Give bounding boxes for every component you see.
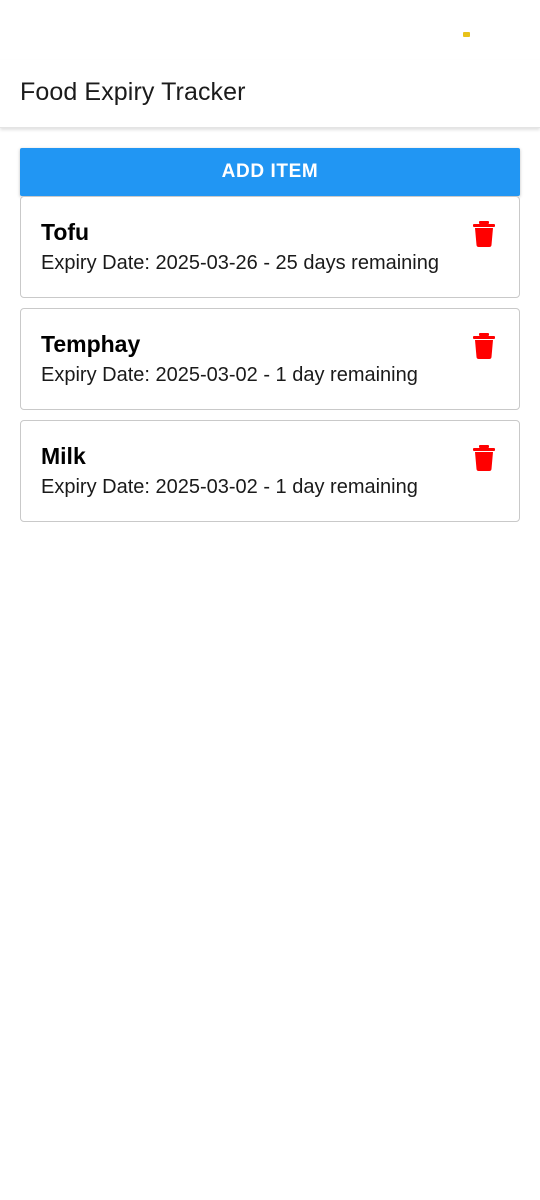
item-expiry-text: Expiry Date: 2025-03-02 - 1 day remainin… (41, 364, 418, 386)
delete-item-button[interactable] (473, 333, 495, 359)
item-name: Tofu (41, 219, 90, 245)
delete-item-button[interactable] (473, 445, 495, 471)
list-item: Temphay Expiry Date: 2025-03-02 - 1 day … (20, 308, 520, 410)
status-indicator-dot (463, 32, 470, 37)
status-bar (0, 0, 540, 60)
add-item-button[interactable]: ADD ITEM (20, 148, 520, 196)
trash-icon (473, 333, 495, 359)
trash-icon (473, 445, 495, 471)
item-list: Tofu Expiry Date: 2025-03-26 - 25 days r… (20, 196, 520, 532)
item-name: Temphay (41, 331, 141, 357)
item-expiry-text: Expiry Date: 2025-03-02 - 1 day remainin… (41, 476, 418, 498)
page-title: Food Expiry Tracker (20, 78, 246, 106)
list-item: Tofu Expiry Date: 2025-03-26 - 25 days r… (20, 196, 520, 298)
app-bar: Food Expiry Tracker (0, 60, 540, 128)
delete-item-button[interactable] (473, 221, 495, 247)
item-name: Milk (41, 443, 86, 469)
trash-icon (473, 221, 495, 247)
item-expiry-text: Expiry Date: 2025-03-26 - 25 days remain… (41, 252, 439, 274)
list-item: Milk Expiry Date: 2025-03-02 - 1 day rem… (20, 420, 520, 522)
